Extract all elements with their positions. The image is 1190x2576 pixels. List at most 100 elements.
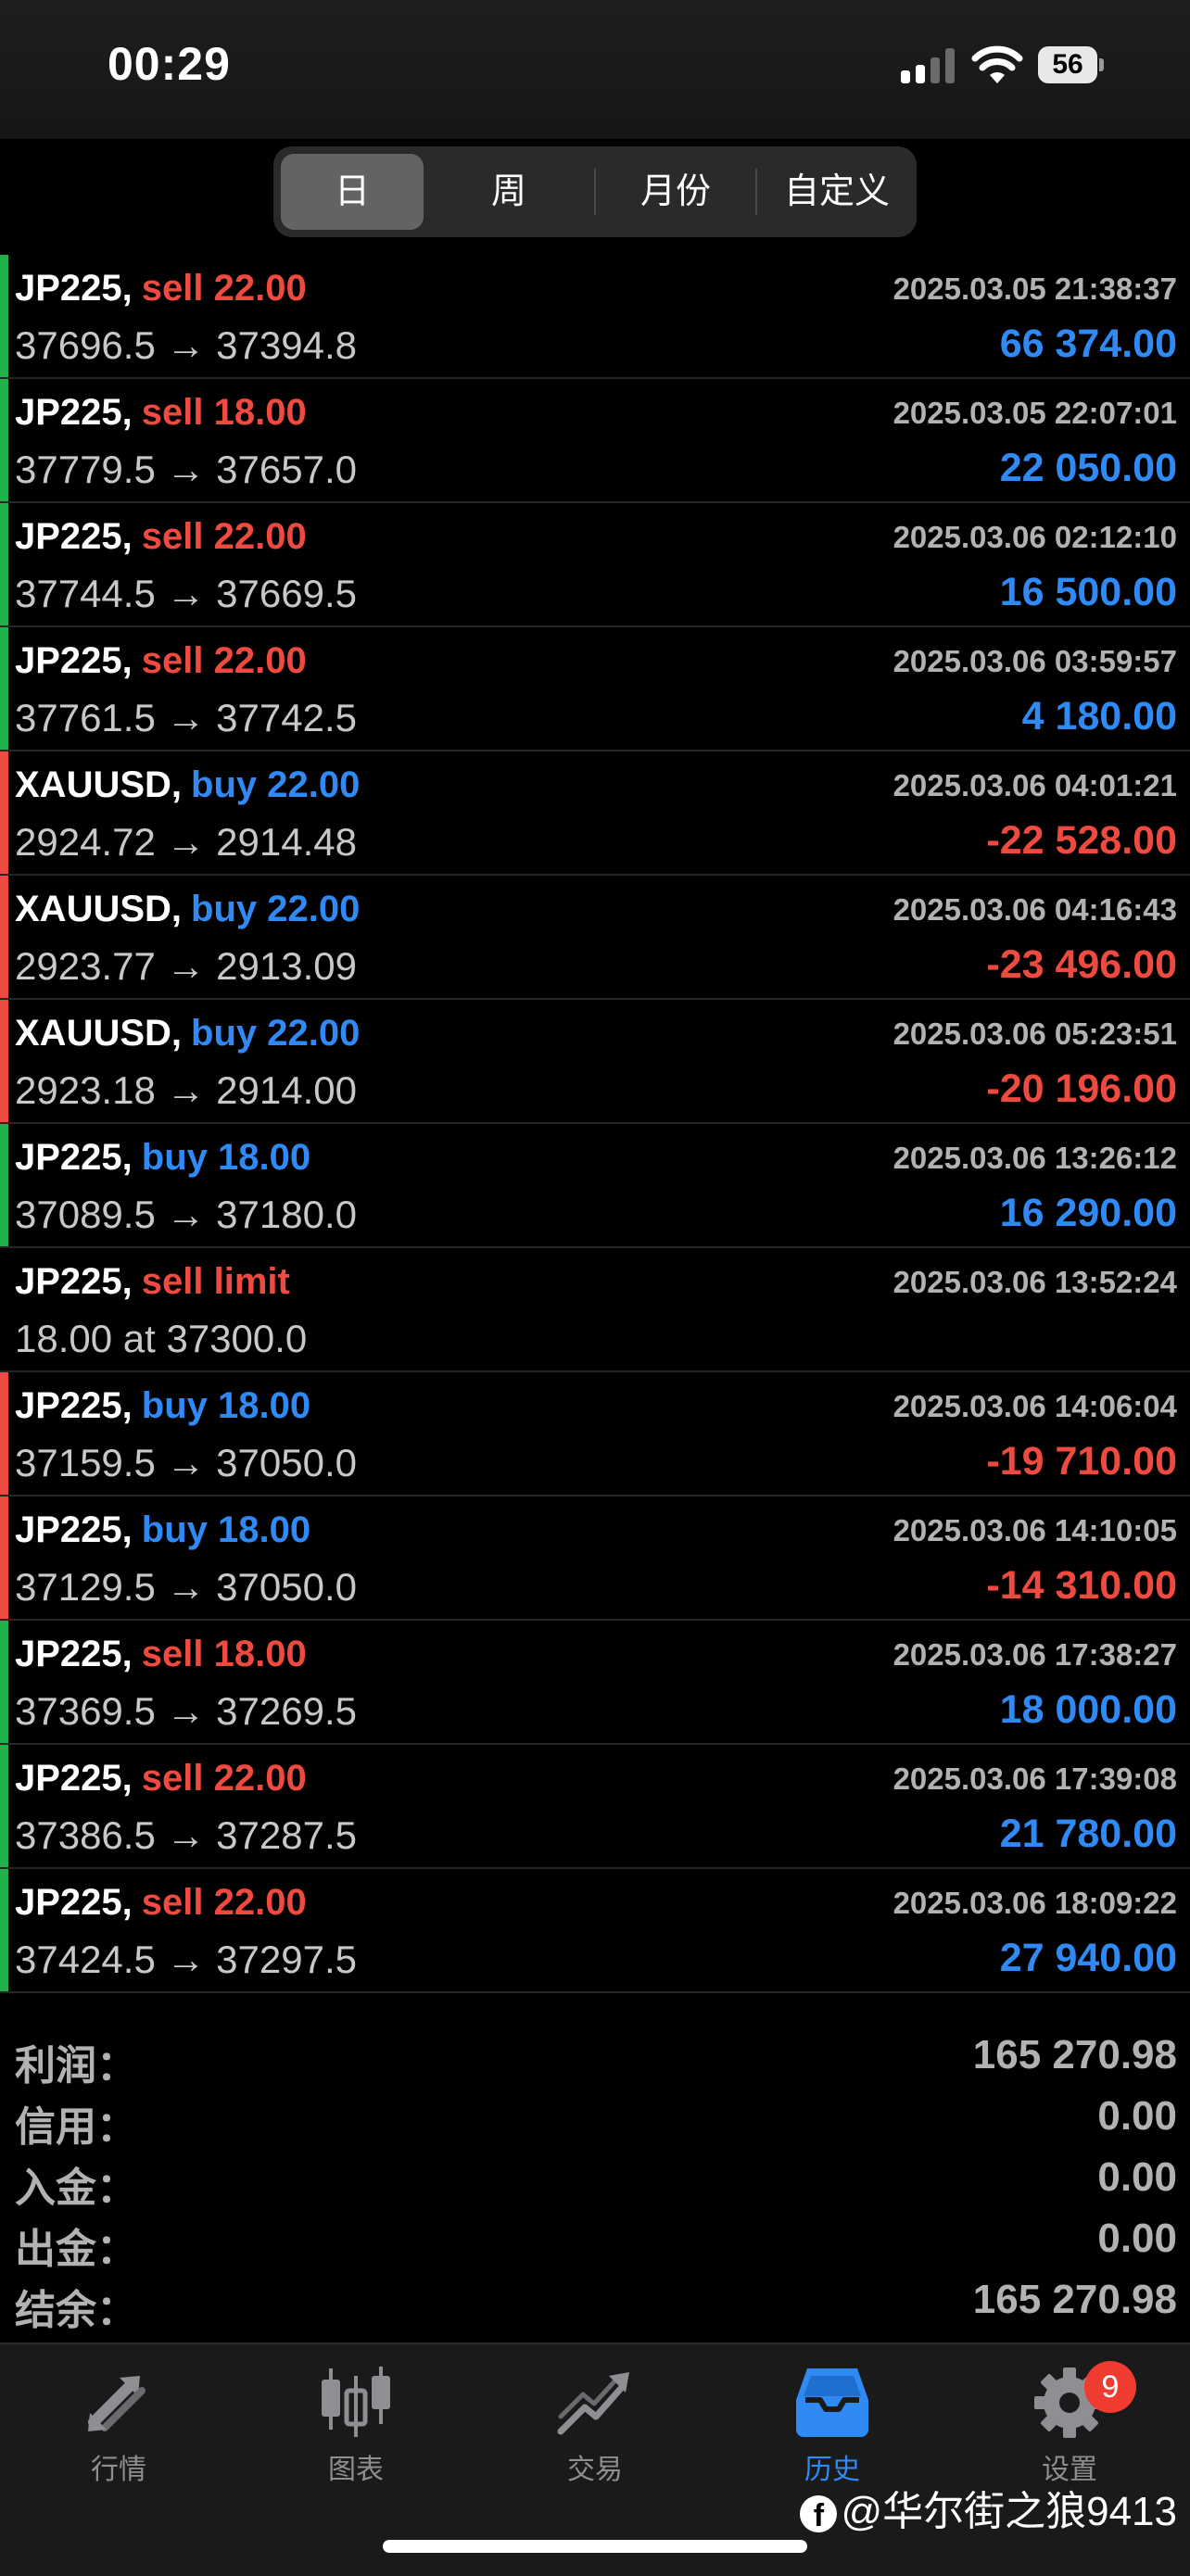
deal-prices: 37696.5 → 37394.8 <box>15 323 357 367</box>
history-row[interactable]: JP225, sell 18.00 2025.03.05 22:07:01 377… <box>0 379 1190 503</box>
tab-history[interactable]: 历史 <box>740 2363 925 2493</box>
summary-row-balance: 结余： 165 270.98 <box>0 2269 1190 2333</box>
watermark: f @华尔街之狼9413 <box>800 2478 1177 2537</box>
deal-datetime: 2025.03.06 04:01:21 <box>892 768 1177 802</box>
deal-prices: 2923.18 → 2914.00 <box>15 1068 357 1112</box>
tab-month[interactable]: 月份 <box>600 154 752 230</box>
deal-datetime: 2025.03.05 22:07:01 <box>892 396 1177 430</box>
tab-label: 行情 <box>91 2455 146 2485</box>
history-row[interactable]: XAUUSD, buy 22.00 2025.03.06 04:16:43 292… <box>0 876 1190 1000</box>
history-row[interactable]: JP225, buy 18.00 2025.03.06 14:06:04 3715… <box>0 1372 1190 1496</box>
summary-value: 165 270.98 <box>972 2032 1177 2077</box>
history-row[interactable]: XAUUSD, buy 22.00 2025.03.06 05:23:51 292… <box>0 1000 1190 1124</box>
deal-side: sell 22.00 <box>141 1758 307 1799</box>
result-indicator-bar <box>0 379 8 501</box>
deal-profit: -22 528.00 <box>986 818 1177 863</box>
result-indicator-bar <box>0 1621 8 1743</box>
result-indicator-bar <box>0 876 8 998</box>
deal-profit: 22 050.00 <box>999 446 1177 490</box>
status-time: 00:29 <box>108 38 231 90</box>
deal-title: JP225, sell 22.00 <box>15 268 307 309</box>
result-indicator-bar <box>0 503 8 625</box>
deal-title: JP225, sell 18.00 <box>15 1634 307 1675</box>
deal-title: JP225, sell limit <box>15 1261 290 1303</box>
history-row[interactable]: JP225, sell limit 2025.03.06 13:52:24 18.… <box>0 1248 1190 1372</box>
tab-week[interactable]: 周 <box>433 154 585 230</box>
deal-profit: 16 500.00 <box>999 570 1177 614</box>
deal-title: JP225, buy 18.00 <box>15 1385 310 1427</box>
summary-value: 0.00 <box>1097 2093 1177 2139</box>
deal-prices: 37779.5 → 37657.0 <box>15 448 357 491</box>
deal-prices: 37159.5 → 37050.0 <box>15 1441 357 1484</box>
deal-side: buy 22.00 <box>191 764 361 805</box>
deal-side: buy 18.00 <box>141 1137 311 1178</box>
deal-datetime: 2025.03.06 17:38:27 <box>892 1637 1177 1672</box>
history-row[interactable]: JP225, buy 18.00 2025.03.06 14:10:05 3712… <box>0 1496 1190 1621</box>
deal-datetime: 2025.03.06 14:06:04 <box>892 1389 1177 1423</box>
summary-row-withdrawal: 出金： 0.00 <box>0 2208 1190 2272</box>
deal-side: sell 22.00 <box>141 516 307 557</box>
segment-divider <box>594 169 596 215</box>
cellular-signal-icon <box>901 48 956 83</box>
deal-title: JP225, sell 22.00 <box>15 1758 307 1799</box>
bottom-tab-bar: 行情 图表 交易 历史 设置 9 f @华尔街之狼9413 <box>0 2342 1190 2576</box>
history-row[interactable]: JP225, sell 22.00 2025.03.06 17:39:08 373… <box>0 1745 1190 1869</box>
summary-label: 入金： <box>15 2166 137 2211</box>
deal-symbol: JP225, <box>15 1509 133 1550</box>
deal-datetime: 2025.03.06 18:09:22 <box>892 1886 1177 1920</box>
deal-symbol: XAUUSD, <box>15 889 183 929</box>
deal-datetime: 2025.03.06 13:26:12 <box>892 1141 1177 1175</box>
summary-row-profit: 利润： 165 270.98 <box>0 2025 1190 2089</box>
deal-prices: 37386.5 → 37287.5 <box>15 1813 357 1857</box>
deal-title: JP225, sell 22.00 <box>15 640 307 682</box>
deal-side: buy 18.00 <box>141 1385 311 1426</box>
result-indicator-bar <box>0 751 8 874</box>
tab-label: 交易 <box>567 2455 623 2485</box>
tab-custom[interactable]: 自定义 <box>761 154 913 230</box>
deal-title: XAUUSD, buy 22.00 <box>15 1013 360 1054</box>
deal-symbol: JP225, <box>15 1882 133 1923</box>
tab-quotes[interactable]: 行情 <box>26 2363 211 2493</box>
history-row[interactable]: JP225, sell 22.00 2025.03.06 02:12:10 377… <box>0 503 1190 627</box>
history-row[interactable]: JP225, sell 18.00 2025.03.06 17:38:27 373… <box>0 1621 1190 1745</box>
history-row[interactable]: JP225, sell 22.00 2025.03.05 21:38:37 376… <box>0 255 1190 379</box>
deal-profit: 21 780.00 <box>999 1812 1177 1856</box>
tab-settings[interactable]: 设置 9 <box>977 2361 1162 2493</box>
history-row[interactable]: XAUUSD, buy 22.00 2025.03.06 04:01:21 292… <box>0 751 1190 876</box>
deal-prices: 2924.72 → 2914.48 <box>15 820 357 864</box>
deal-symbol: XAUUSD, <box>15 764 183 805</box>
deal-side: buy 18.00 <box>141 1509 311 1550</box>
tab-trade[interactable]: 交易 <box>502 2363 688 2493</box>
tab-charts[interactable]: 图表 <box>263 2363 449 2493</box>
history-row[interactable]: JP225, sell 22.00 2025.03.06 18:09:22 374… <box>0 1869 1190 1993</box>
deal-symbol: JP225, <box>15 1137 133 1178</box>
deal-profit: -23 496.00 <box>986 942 1177 987</box>
tab-day[interactable]: 日 <box>281 154 424 230</box>
summary-label: 出金： <box>15 2227 137 2272</box>
deal-prices: 37369.5 → 37269.5 <box>15 1689 357 1733</box>
deal-side: sell 18.00 <box>141 392 307 433</box>
deal-symbol: JP225, <box>15 268 133 309</box>
deal-title: XAUUSD, buy 22.00 <box>15 889 360 930</box>
result-indicator-bar <box>0 1248 8 1370</box>
history-row[interactable]: JP225, sell 22.00 2025.03.06 03:59:57 377… <box>0 627 1190 751</box>
summary-value: 0.00 <box>1097 2216 1177 2261</box>
deal-datetime: 2025.03.06 05:23:51 <box>892 1017 1177 1051</box>
deal-datetime: 2025.03.06 02:12:10 <box>892 520 1177 554</box>
deal-title: JP225, sell 22.00 <box>15 516 307 558</box>
battery-level: 56 <box>1038 46 1097 83</box>
deal-profit: 18 000.00 <box>999 1687 1177 1732</box>
deal-prices: 18.00 at 37300.0 <box>15 1317 308 1360</box>
deal-datetime: 2025.03.06 17:39:08 <box>892 1762 1177 1796</box>
deal-datetime: 2025.03.06 14:10:05 <box>892 1513 1177 1547</box>
result-indicator-bar <box>0 627 8 750</box>
deal-side: sell 22.00 <box>141 268 307 309</box>
period-segmented-control: 日 周 月份 自定义 <box>273 146 917 237</box>
deal-prices: 37744.5 → 37669.5 <box>15 572 357 615</box>
deal-prices: 37129.5 → 37050.0 <box>15 1565 357 1609</box>
summary-label: 结余： <box>15 2288 137 2333</box>
result-indicator-bar <box>0 1745 8 1867</box>
trade-trend-icon <box>557 2372 629 2435</box>
history-row[interactable]: JP225, buy 18.00 2025.03.06 13:26:12 3708… <box>0 1124 1190 1248</box>
result-indicator-bar <box>0 1000 8 1122</box>
